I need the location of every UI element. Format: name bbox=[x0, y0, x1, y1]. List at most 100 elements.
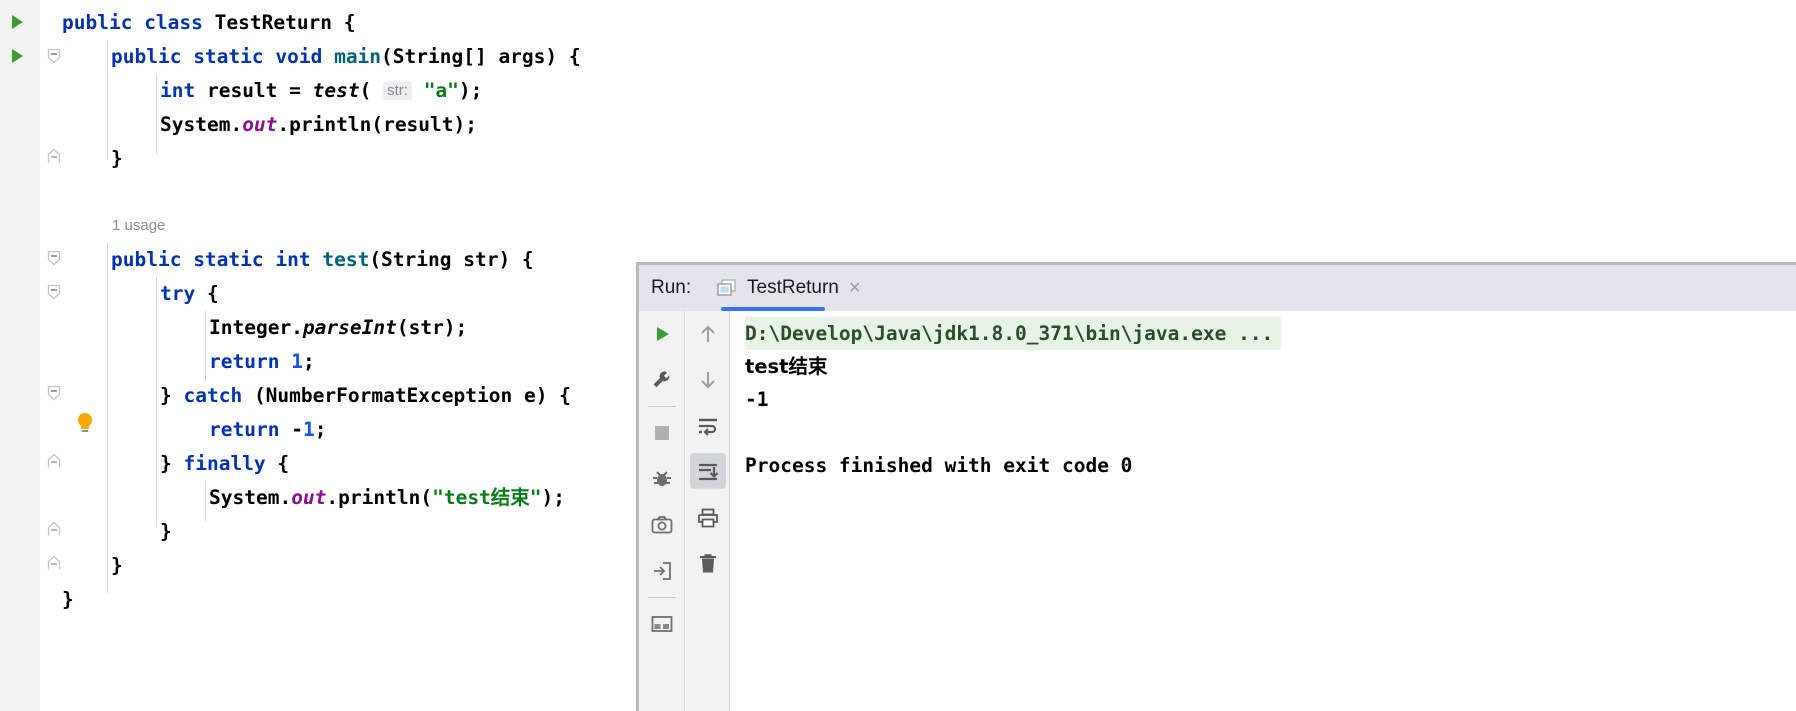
clear-all-button[interactable] bbox=[686, 541, 729, 587]
intention-bulb-icon[interactable] bbox=[75, 411, 95, 435]
run-label: Run: bbox=[651, 277, 692, 298]
screenshot-button[interactable] bbox=[639, 502, 684, 548]
code-token: ); bbox=[541, 486, 566, 509]
down-the-stack-trace-button[interactable] bbox=[686, 357, 729, 403]
parameter-hint: str: bbox=[383, 81, 412, 100]
code-token: Integer. bbox=[209, 316, 303, 339]
code-line[interactable]: System.out.println(result); bbox=[160, 108, 477, 142]
intellij-idea-window: public class TestReturn {public static v… bbox=[0, 0, 1796, 711]
code-token: (String str) { bbox=[369, 248, 534, 271]
code-token: - bbox=[291, 418, 303, 441]
fold-end-icon[interactable] bbox=[47, 453, 61, 469]
code-line[interactable]: } catch (NumberFormatException e) { bbox=[160, 379, 571, 413]
code-token: ; bbox=[314, 418, 327, 441]
usage-hint[interactable]: 1 usage bbox=[112, 212, 165, 240]
code-line[interactable]: System.out.println("test结束"); bbox=[209, 481, 565, 515]
console-output-line: test结束 bbox=[745, 355, 828, 378]
console-output-line: -1 bbox=[745, 388, 769, 411]
code-line[interactable]: try { bbox=[160, 277, 219, 311]
code-token: } bbox=[160, 384, 184, 407]
toolbar-separator bbox=[647, 406, 676, 407]
code-token: catch bbox=[183, 384, 254, 407]
console-output[interactable]: D:\Develop\Java\jdk1.8.0_371\bin\java.ex… bbox=[731, 311, 1796, 711]
fold-end-icon[interactable] bbox=[47, 521, 61, 537]
code-token: System. bbox=[209, 486, 292, 509]
run-gutter-icon[interactable] bbox=[12, 49, 23, 63]
fold-collapse-icon[interactable] bbox=[47, 250, 61, 266]
code-token: .println(result); bbox=[277, 113, 478, 136]
fold-collapse-icon[interactable] bbox=[47, 385, 61, 401]
code-token: 1 bbox=[302, 418, 315, 441]
run-tool-window: Run: TestReturn × D:\Develop\Java\jdk1.8… bbox=[636, 262, 1796, 711]
code-line[interactable]: return 1; bbox=[209, 345, 315, 379]
code-token: (str); bbox=[396, 316, 468, 339]
export-button[interactable] bbox=[639, 548, 684, 594]
fold-collapse-icon[interactable] bbox=[47, 284, 61, 300]
code-line[interactable]: } bbox=[111, 549, 123, 583]
code-token: public bbox=[62, 11, 145, 34]
fold-end-icon[interactable] bbox=[47, 555, 61, 571]
close-icon[interactable]: × bbox=[849, 278, 861, 298]
code-token: } bbox=[111, 554, 123, 577]
thread-dump-button[interactable] bbox=[639, 456, 684, 502]
run-window-header: Run: TestReturn × bbox=[639, 265, 1796, 311]
code-token: try bbox=[160, 282, 196, 305]
run-gutter-icon[interactable] bbox=[12, 15, 23, 29]
code-token: static bbox=[193, 248, 276, 271]
code-line[interactable]: public static void main(String[] args) { bbox=[111, 40, 581, 74]
code-token: { bbox=[332, 11, 356, 34]
fold-collapse-icon[interactable] bbox=[47, 48, 61, 64]
code-token: ( bbox=[359, 79, 384, 102]
code-token: return bbox=[209, 350, 292, 373]
code-line[interactable]: } bbox=[62, 583, 74, 617]
code-token: } bbox=[160, 520, 172, 543]
code-line[interactable]: } bbox=[160, 515, 172, 549]
console-command-line: D:\Develop\Java\jdk1.8.0_371\bin\java.ex… bbox=[745, 317, 1282, 350]
code-token: } bbox=[111, 147, 123, 170]
run-toolbar-right[interactable] bbox=[686, 311, 730, 711]
rerun-button[interactable] bbox=[639, 311, 684, 357]
code-token: } bbox=[160, 452, 184, 475]
code-token: (String[] args) { bbox=[381, 45, 581, 68]
code-line[interactable]: Integer.parseInt(str); bbox=[209, 311, 467, 345]
code-line[interactable]: return -1; bbox=[209, 413, 326, 447]
code-token: static bbox=[193, 45, 276, 68]
code-token: .println( bbox=[326, 486, 433, 509]
stop-button[interactable] bbox=[639, 410, 684, 456]
code-token: { bbox=[195, 282, 219, 305]
code-token: result = bbox=[206, 79, 313, 102]
layout-button[interactable] bbox=[639, 601, 684, 647]
code-token: main bbox=[334, 45, 382, 68]
console-command-wrap: D:\Develop\Java\jdk1.8.0_371\bin\java.ex… bbox=[731, 317, 1796, 350]
code-token: } bbox=[62, 588, 74, 611]
code-token: public bbox=[111, 45, 194, 68]
code-line[interactable]: public static int test(String str) { bbox=[111, 243, 534, 277]
settings-button[interactable] bbox=[639, 357, 684, 403]
fold-end-icon[interactable] bbox=[47, 148, 61, 164]
code-token: 1 bbox=[291, 350, 303, 373]
code-token: (NumberFormatException e) { bbox=[253, 384, 571, 407]
run-toolbar-left[interactable] bbox=[639, 311, 685, 711]
code-line[interactable]: int result = test( str: "a"); bbox=[160, 74, 482, 108]
code-token: return bbox=[209, 418, 292, 441]
code-token: "a" bbox=[423, 79, 459, 102]
console-exit-line: Process finished with exit code 0 bbox=[745, 454, 1133, 477]
code-token: test bbox=[322, 248, 370, 271]
run-tab-label: TestReturn bbox=[747, 277, 839, 298]
run-tab[interactable]: TestReturn × bbox=[717, 265, 861, 311]
code-line[interactable]: public class TestReturn { bbox=[62, 6, 356, 40]
code-line[interactable]: } bbox=[111, 142, 123, 176]
print-button[interactable] bbox=[686, 495, 729, 541]
code-token: System. bbox=[160, 113, 243, 136]
code-token: finally bbox=[183, 452, 266, 475]
code-token: ); bbox=[458, 79, 483, 102]
soft-wrap-button[interactable] bbox=[686, 403, 729, 449]
code-token: TestReturn bbox=[214, 11, 333, 34]
scroll-to-end-button[interactable] bbox=[686, 449, 729, 495]
up-the-stack-trace-button[interactable] bbox=[686, 311, 729, 357]
code-token: out bbox=[291, 486, 327, 509]
code-token: "test结束" bbox=[432, 486, 542, 509]
code-line[interactable]: } finally { bbox=[160, 447, 289, 481]
